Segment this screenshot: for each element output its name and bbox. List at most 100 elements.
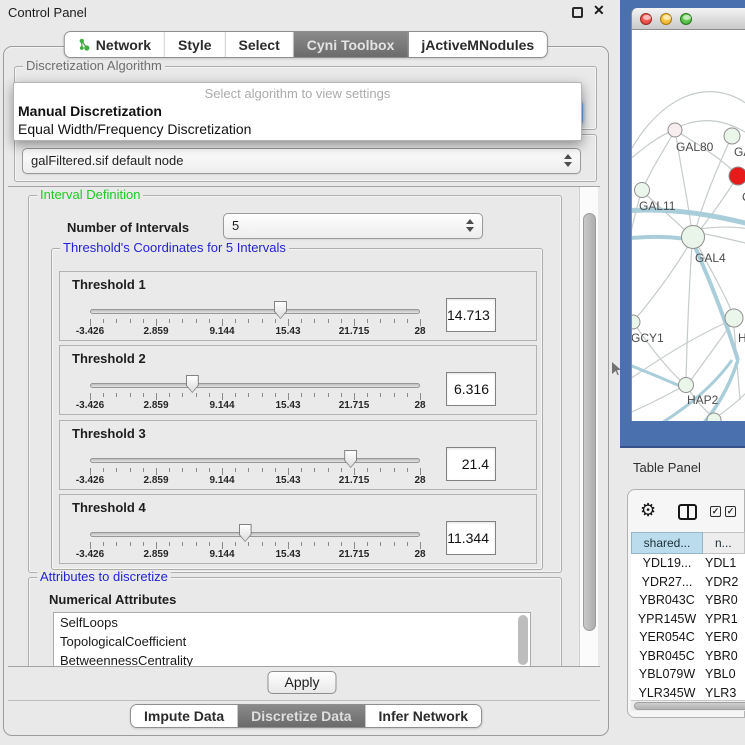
list-item[interactable]: TopologicalCoefficient	[54, 632, 530, 651]
threshold-value-field[interactable]: 21.4	[446, 447, 496, 481]
threshold-value-field[interactable]: 14.713	[446, 298, 496, 332]
network-node-gcy1[interactable]	[632, 315, 640, 329]
column-header-shared-name[interactable]: shared...	[631, 532, 703, 554]
slider-track[interactable]	[90, 532, 420, 537]
table-row[interactable]: YBL079WYBL0	[631, 667, 745, 685]
network-edge[interactable]	[699, 176, 738, 231]
slider-tick	[341, 319, 342, 323]
close-traffic-light[interactable]	[640, 13, 652, 25]
slider-thumb[interactable]	[344, 450, 357, 468]
cell-name: YLR3	[705, 686, 745, 700]
network-node-h[interactable]	[725, 309, 743, 327]
network-node-gal80[interactable]	[668, 123, 682, 137]
cell-shared-name: YLR345W	[631, 686, 703, 700]
network-canvas[interactable]: GAL80GACGAL11GAL4GCY1HHAP2	[632, 30, 745, 421]
table-row[interactable]: YDL19...YDL1	[631, 556, 745, 574]
network-edge[interactable]	[632, 388, 680, 418]
split-view-icon[interactable]	[678, 504, 697, 520]
network-node-hap2[interactable]	[679, 378, 694, 393]
checkbox-icon[interactable]: ✓	[710, 506, 721, 517]
slider-thumb[interactable]	[239, 524, 252, 542]
tab-style[interactable]: Style	[165, 32, 225, 57]
tab-jactivemnodules[interactable]: jActiveMNodules	[408, 32, 547, 57]
slider-tick-label: -3.426	[76, 400, 104, 411]
close-icon[interactable]: ✕	[593, 2, 605, 19]
horizontal-scrollbar-track[interactable]	[631, 700, 745, 711]
network-node-ga[interactable]	[724, 128, 740, 144]
table-row[interactable]: YLR345WYLR3	[631, 686, 745, 701]
table-panel-title: Table Panel	[633, 460, 701, 475]
slider-tick	[314, 468, 315, 472]
slider-tick	[328, 542, 329, 546]
network-edge[interactable]	[686, 244, 692, 379]
numerical-attributes-list[interactable]: SelfLoopsTopologicalCoefficientBetweenne…	[53, 612, 531, 667]
network-edge[interactable]	[632, 130, 675, 165]
network-node-gal4[interactable]	[682, 226, 705, 249]
panel-title: Control Panel	[8, 5, 87, 20]
dropdown-option-manual[interactable]: Manual Discretization	[14, 102, 581, 120]
tab-discretize-data[interactable]: Discretize Data	[238, 705, 365, 727]
slider-tick	[248, 468, 249, 472]
slider-track[interactable]	[90, 383, 420, 388]
number-of-intervals-combobox[interactable]: 5	[223, 213, 483, 239]
tab-impute-data[interactable]: Impute Data	[131, 705, 238, 727]
network-edge-highlighted[interactable]	[632, 237, 687, 240]
tab-network[interactable]: Network	[65, 32, 165, 57]
cell-name: YBR0	[705, 649, 745, 663]
slider-tick	[235, 319, 236, 323]
network-window-titlebar[interactable]	[632, 8, 745, 30]
threshold-value-field[interactable]: 11.344	[446, 521, 496, 555]
list-item[interactable]: SelfLoops	[54, 613, 530, 632]
control-panel-tabs: Network Style Select Cyni Toolbox jActiv…	[64, 31, 548, 58]
tab-infer-network[interactable]: Infer Network	[366, 705, 481, 727]
table-row[interactable]: YBR045CYBR0	[631, 649, 745, 667]
network-edge-highlighted[interactable]	[632, 360, 682, 387]
scrollbar-track[interactable]	[579, 187, 598, 667]
slider-tick	[328, 393, 329, 397]
list-scrollbar-thumb[interactable]	[518, 615, 528, 665]
slider-tick	[275, 393, 276, 397]
slider-tick	[367, 393, 368, 397]
slider-thumb[interactable]	[274, 301, 287, 319]
cell-name: YDL1	[705, 556, 745, 570]
tab-jactivemnodules-label: jActiveMNodules	[421, 37, 534, 53]
slider-tick	[407, 468, 408, 472]
tab-cyni-toolbox[interactable]: Cyni Toolbox	[294, 32, 409, 57]
slider-tick	[90, 319, 91, 326]
table-row[interactable]: YPR145WYPR1	[631, 612, 745, 630]
settings-gear-icon[interactable]: ⚙	[640, 500, 656, 521]
column-header-name[interactable]: n...	[703, 532, 745, 554]
table-row[interactable]: YDR27...YDR2	[631, 575, 745, 593]
network-node-c[interactable]	[729, 167, 745, 185]
table-row[interactable]: YBR043CYBR0	[631, 593, 745, 611]
slider-tick	[90, 393, 91, 400]
apply-button[interactable]: Apply	[267, 671, 336, 694]
slider-tick	[169, 393, 170, 397]
slider-tick	[103, 393, 104, 397]
list-item[interactable]: BetweennessCentrality	[54, 651, 530, 667]
table-data-combobox[interactable]: galFiltered.sif default node	[22, 148, 581, 174]
horizontal-scrollbar-thumb[interactable]	[634, 702, 745, 710]
tab-select-label: Select	[239, 37, 280, 53]
network-edge[interactable]	[643, 130, 675, 189]
network-node-label: GA	[734, 145, 745, 159]
network-node-gal11[interactable]	[635, 183, 650, 198]
scrollbar-thumb[interactable]	[583, 213, 596, 631]
network-edge[interactable]	[700, 233, 745, 246]
network-edge[interactable]	[691, 324, 731, 380]
minimize-traffic-light[interactable]	[660, 13, 672, 25]
threshold-value-field[interactable]: 6.316	[446, 372, 496, 406]
slider-tick-label: -3.426	[76, 549, 104, 560]
threshold-label: Threshold 2	[72, 351, 146, 366]
slider-tick	[116, 393, 117, 397]
slider-track[interactable]	[90, 458, 420, 463]
float-window-icon[interactable]	[572, 7, 583, 18]
slider-thumb[interactable]	[186, 375, 199, 393]
zoom-traffic-light[interactable]	[680, 13, 692, 25]
network-edge[interactable]	[636, 243, 690, 318]
tab-select[interactable]: Select	[226, 32, 294, 57]
dropdown-option-equal-width[interactable]: Equal Width/Frequency Discretization	[14, 120, 581, 138]
table-row[interactable]: YER054CYER0	[631, 630, 745, 648]
checkbox-icon[interactable]: ✓	[725, 506, 736, 517]
slider-track[interactable]	[90, 309, 420, 314]
